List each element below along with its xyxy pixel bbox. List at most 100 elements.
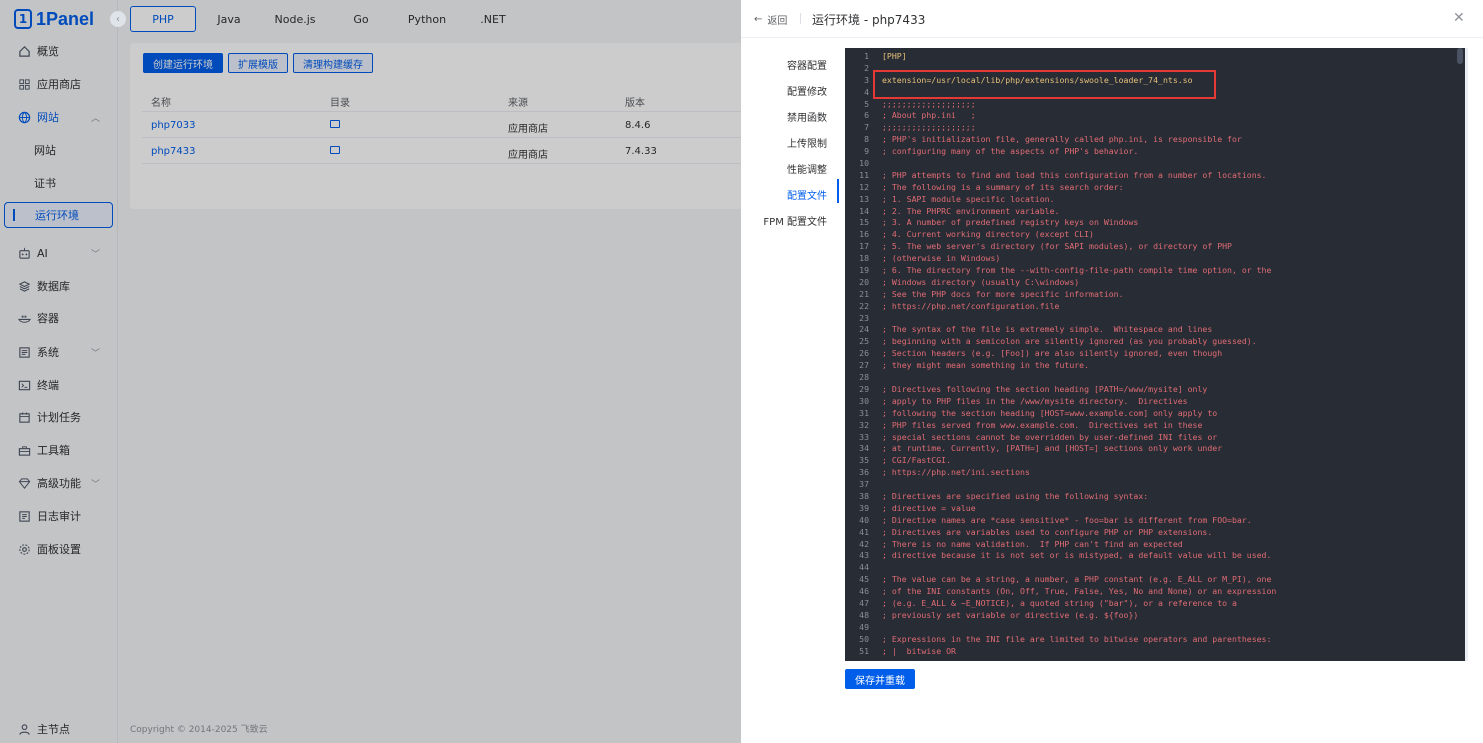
drawer-overlay[interactable]	[0, 0, 741, 743]
line-number: 11	[859, 169, 869, 180]
code-text: ; directive because it is not set or is …	[882, 550, 1272, 561]
line-number: 21	[859, 288, 869, 299]
code-line: 51 ; | bitwise OR	[845, 646, 1465, 658]
header-divider	[800, 13, 801, 24]
line-number: 20	[859, 276, 869, 287]
code-text: ; Windows directory (usually C:\windows)	[882, 276, 1080, 287]
editor-edge	[1465, 48, 1468, 661]
code-text: ; | bitwise OR	[882, 645, 956, 656]
line-number: 43	[859, 550, 869, 561]
code-line: 46 ; of the INI constants (On, Off, True,…	[845, 586, 1465, 598]
nav-upload-limit[interactable]: 上传限制	[787, 135, 827, 150]
line-number: 22	[859, 300, 869, 311]
code-text: ; 4. Current working directory (except C…	[882, 229, 1094, 240]
code-text: ; CGI/FastCGI.	[882, 455, 952, 466]
code-line: 9 ; configuring many of the aspects of PH…	[845, 146, 1465, 158]
highlight-box	[873, 70, 1216, 99]
code-line: 37	[845, 479, 1465, 491]
chevron-left-icon: ‹	[116, 13, 120, 25]
code-line: 6 ; About php.ini ;	[845, 110, 1465, 122]
line-number: 45	[859, 574, 869, 585]
line-number: 30	[859, 395, 869, 406]
code-text: ; Directive names are *case sensitive* -…	[882, 514, 1252, 525]
line-number: 18	[859, 253, 869, 264]
code-text: ; The syntax of the file is extremely si…	[882, 324, 1213, 335]
line-number: 47	[859, 597, 869, 608]
code-text: ; following the section heading [HOST=ww…	[882, 407, 1218, 418]
line-number: 27	[859, 360, 869, 371]
code-editor[interactable]: 1 [PHP] 2 3 extension=/usr/local/lib/php/ext…	[845, 48, 1465, 661]
line-number: 46	[859, 586, 869, 597]
code-line: 36 ; https://php.net/ini.sections	[845, 467, 1465, 479]
line-number: 24	[859, 324, 869, 335]
code-line: 16 ; 4. Current working directory (except…	[845, 229, 1465, 241]
code-text: ; 5. The web server's directory (for SAP…	[882, 241, 1232, 252]
line-number: 35	[859, 455, 869, 466]
code-text: ; The following is a summary of its sear…	[882, 181, 1124, 192]
close-icon[interactable]: ✕	[1453, 10, 1465, 26]
code-line: 20 ; Windows directory (usually C:\window…	[845, 277, 1465, 289]
line-number: 44	[859, 562, 869, 573]
line-number: 2	[864, 62, 869, 73]
code-line: 45 ; The value can be a string, a number,…	[845, 574, 1465, 586]
code-line: 8 ; PHP's initialization file, generally …	[845, 134, 1465, 146]
code-text: ; previously set variable or directive (…	[882, 609, 1139, 620]
code-line: 18 ; (otherwise in Windows)	[845, 253, 1465, 265]
code-line: 41 ; Directives are variables used to con…	[845, 527, 1465, 539]
nav-active-indicator	[837, 179, 839, 203]
code-line: 12 ; The following is a summary of its se…	[845, 182, 1465, 194]
code-text: [PHP]	[882, 51, 907, 61]
code-text: ; Directives are specified using the fol…	[882, 490, 1149, 501]
code-line: 13 ; 1. SAPI module specific location.	[845, 194, 1465, 206]
line-number: 12	[859, 181, 869, 192]
line-number: 7	[864, 122, 869, 133]
line-number: 40	[859, 514, 869, 525]
runtime-drawer: ← 返回 运行环境 - php7433 ✕ 容器配置 配置修改 禁用函数 上传限…	[741, 0, 1483, 743]
code-line: 19 ; 6. The directory from the --with-con…	[845, 265, 1465, 277]
line-number: 31	[859, 407, 869, 418]
code-text: ; apply to PHP files in the /www/mysite …	[882, 395, 1188, 406]
code-line: 30 ; apply to PHP files in the /www/mysit…	[845, 396, 1465, 408]
drawer-header: ← 返回 运行环境 - php7433 ✕	[741, 0, 1483, 38]
line-number: 4	[864, 86, 869, 97]
line-number: 13	[859, 193, 869, 204]
nav-disabled-functions[interactable]: 禁用函数	[787, 109, 827, 124]
code-text: ; There is no name validation. If PHP ca…	[882, 538, 1183, 549]
code-text: ; About php.ini ;	[882, 110, 976, 121]
back-button[interactable]: ← 返回	[754, 12, 787, 27]
code-text: ; The value can be a string, a number, a…	[882, 574, 1272, 585]
nav-config-file[interactable]: 配置文件	[787, 187, 827, 202]
line-number: 9	[864, 146, 869, 157]
line-number: 51	[859, 645, 869, 656]
code-text: ; 2. The PHPRC environment variable.	[882, 205, 1060, 216]
code-line: 21 ; See the PHP docs for more specific i…	[845, 289, 1465, 301]
code-line: 39 ; directive = value	[845, 503, 1465, 515]
line-number: 6	[864, 110, 869, 121]
code-line: 17 ; 5. The web server's directory (for S…	[845, 241, 1465, 253]
collapse-sidebar-button[interactable]: ‹	[110, 11, 126, 27]
line-number: 38	[859, 490, 869, 501]
code-text: ; Directives are variables used to confi…	[882, 526, 1213, 537]
editor-scrollbar[interactable]	[1457, 48, 1463, 64]
line-number: 26	[859, 348, 869, 359]
nav-fpm-config-file[interactable]: FPM 配置文件	[763, 213, 827, 228]
back-label: 返回	[767, 16, 788, 27]
nav-container-config[interactable]: 容器配置	[787, 57, 827, 72]
line-number: 8	[864, 134, 869, 145]
nav-config-modify[interactable]: 配置修改	[787, 83, 827, 98]
line-number: 49	[859, 621, 869, 632]
code-text: ;;;;;;;;;;;;;;;;;;;	[882, 98, 976, 109]
nav-performance[interactable]: 性能调整	[787, 161, 827, 176]
save-reload-button[interactable]: 保存并重载	[845, 669, 915, 689]
code-text: ; 1. SAPI module specific location.	[882, 193, 1055, 204]
code-line: 32 ; PHP files served from www.example.co…	[845, 420, 1465, 432]
line-number: 14	[859, 205, 869, 216]
code-line: 14 ; 2. The PHPRC environment variable.	[845, 206, 1465, 218]
code-line: 27 ; they might mean something in the fut…	[845, 360, 1465, 372]
code-line: 11 ; PHP attempts to find and load this c…	[845, 170, 1465, 182]
code-text: ; special sections cannot be overridden …	[882, 431, 1218, 442]
code-text: ; they might mean something in the futur…	[882, 360, 1090, 371]
code-line: 25 ; beginning with a semicolon are silen…	[845, 336, 1465, 348]
code-text: ; (e.g. E_ALL & ~E_NOTICE), a quoted str…	[882, 597, 1237, 608]
drawer-title: 运行环境 - php7433	[812, 13, 926, 27]
